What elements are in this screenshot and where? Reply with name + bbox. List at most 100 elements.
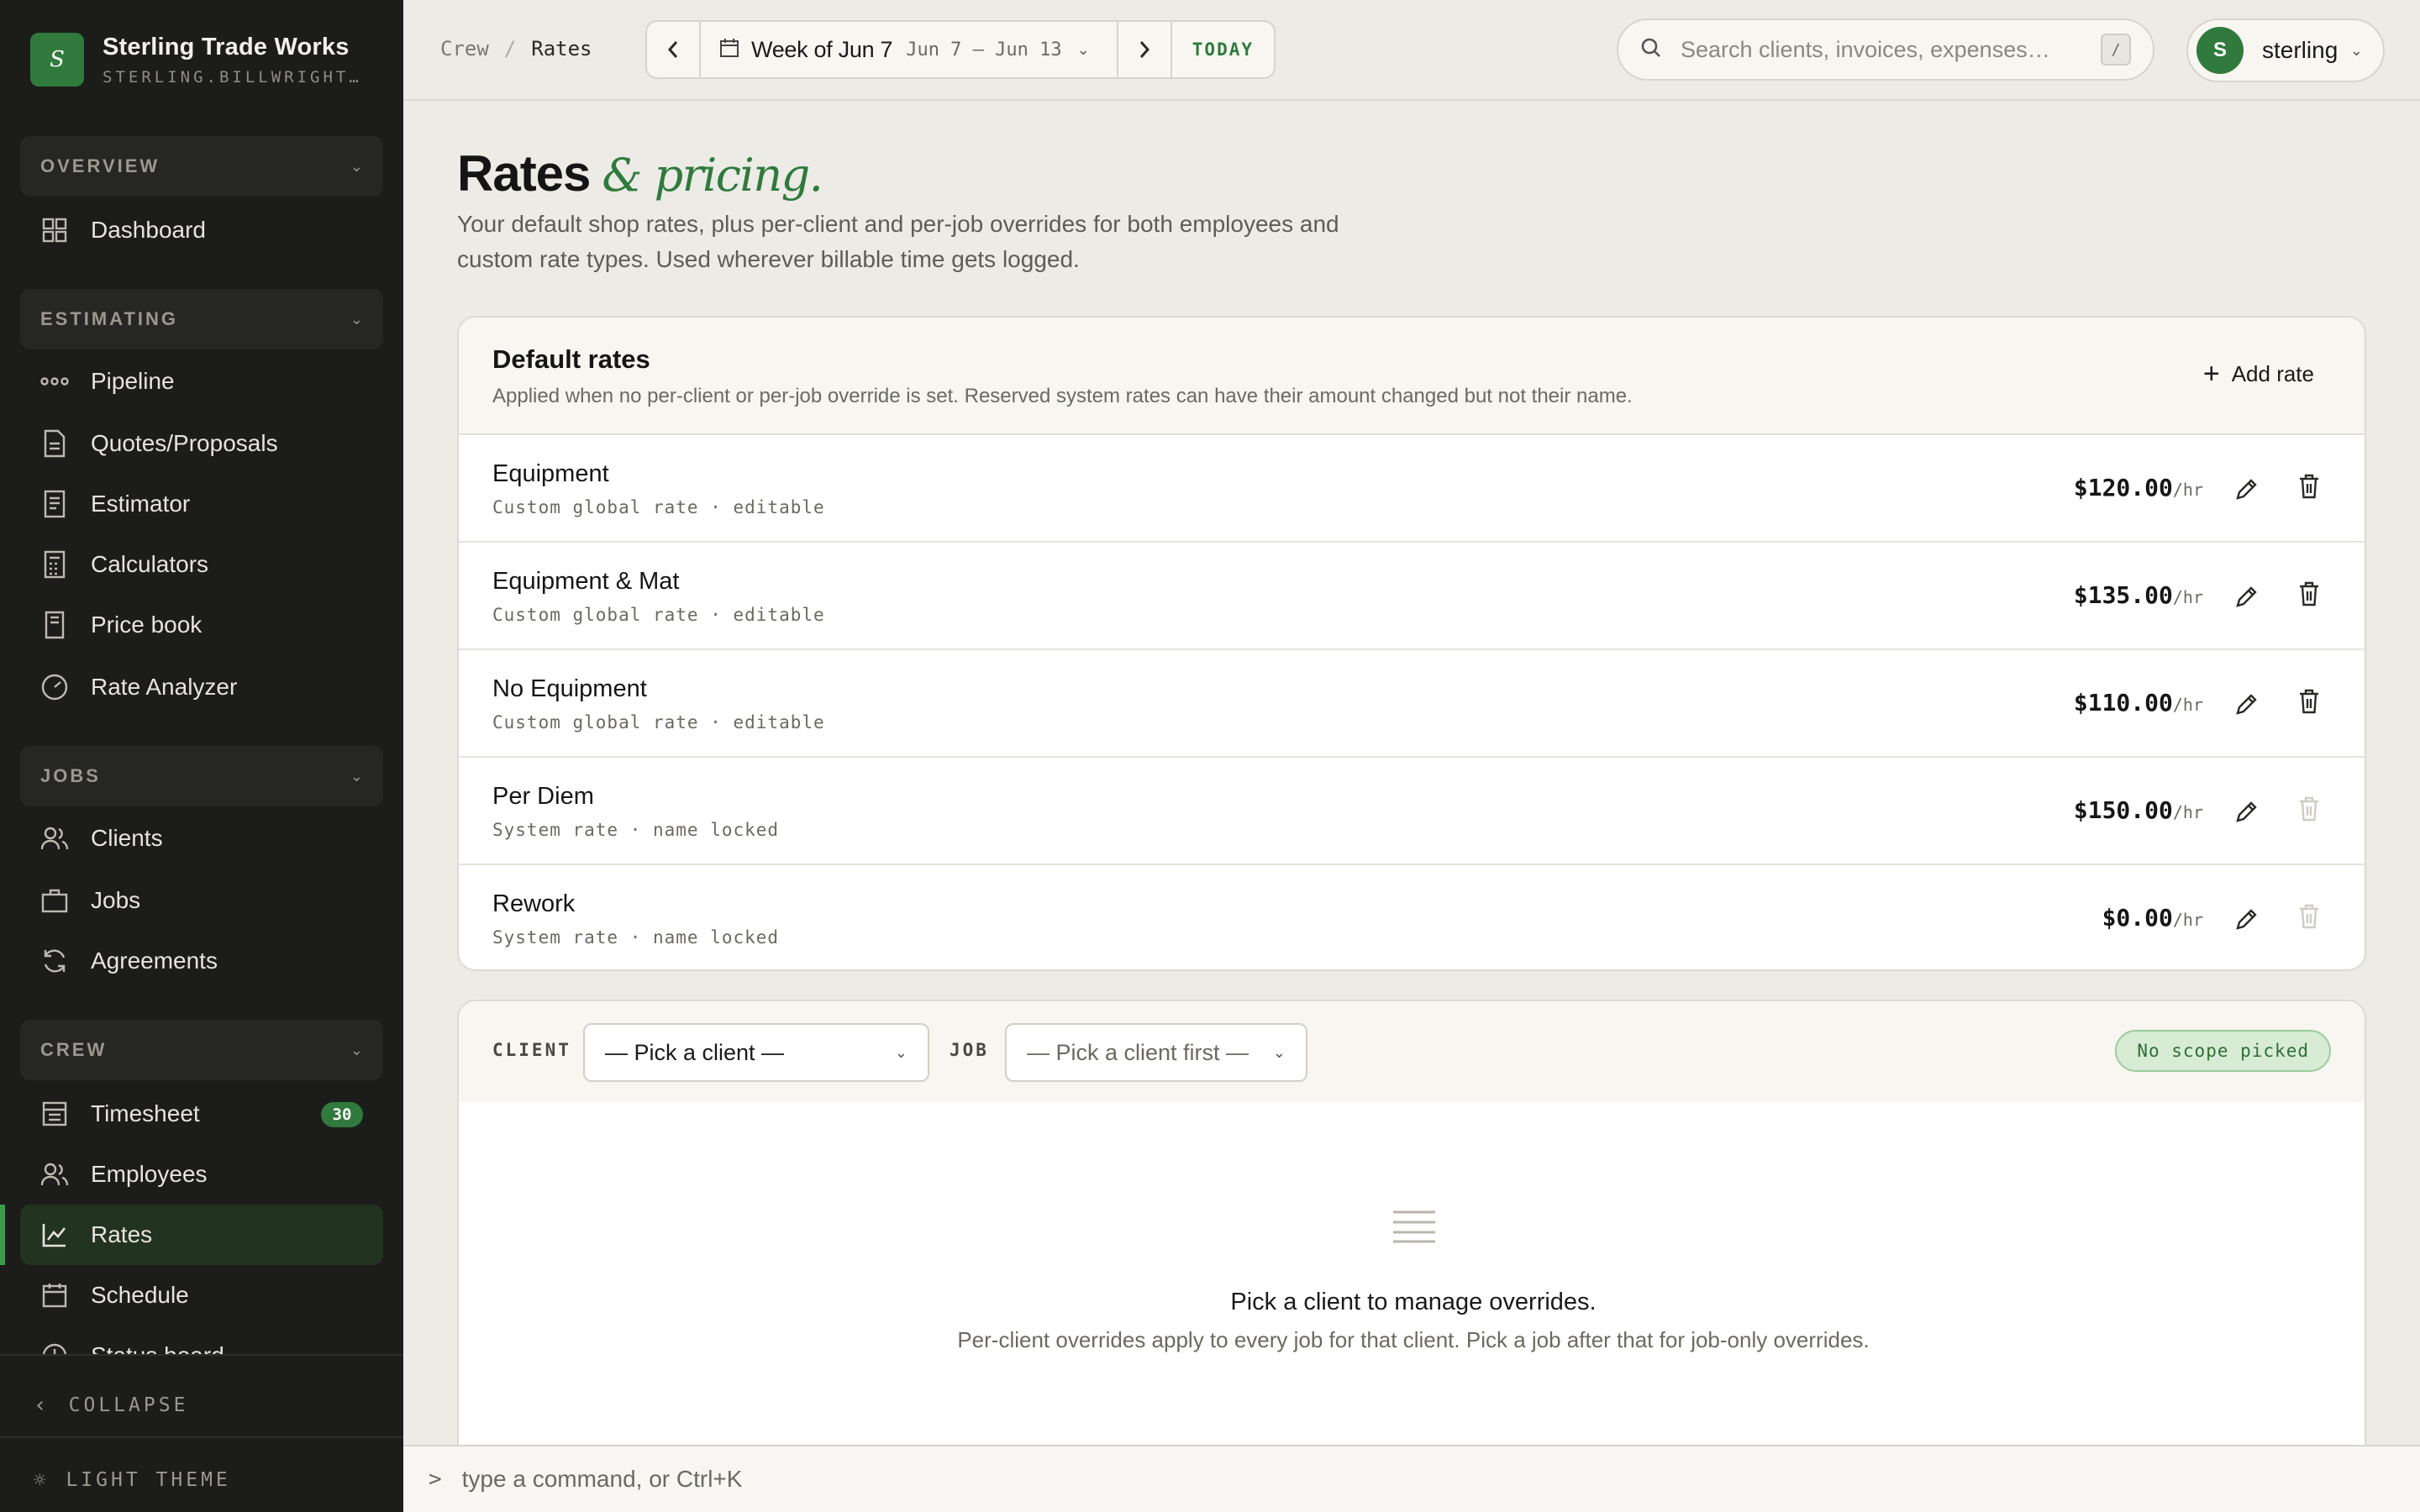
collapse-button[interactable]: ‹ COLLAPSE bbox=[34, 1393, 188, 1418]
sidebar-item-label: Pipeline bbox=[91, 368, 175, 394]
edit-pencil-icon[interactable] bbox=[2233, 798, 2260, 825]
page-title: Rates & pricing. bbox=[457, 144, 823, 202]
sidebar-item-pipeline[interactable]: Pipeline bbox=[20, 351, 383, 412]
sidebar-item-calculators[interactable]: Calculators bbox=[20, 534, 383, 595]
book-icon bbox=[40, 611, 69, 639]
chevron-down-icon: ⌄ bbox=[1272, 1043, 1286, 1061]
sidebar-item-label: Calculators bbox=[91, 551, 209, 577]
section-jobs[interactable]: JOBS ⌄ bbox=[20, 746, 383, 806]
default-rates-title: Default rates bbox=[492, 344, 650, 374]
sidebar-item-rates[interactable]: Rates bbox=[0, 1205, 383, 1265]
prev-week-button[interactable] bbox=[647, 22, 699, 77]
sidebar-item-rate-analyzer[interactable]: Rate Analyzer bbox=[20, 657, 383, 717]
sidebar-item-schedule[interactable]: Schedule bbox=[20, 1265, 383, 1326]
rate-amount-unit: /hr bbox=[2172, 587, 2203, 607]
sidebar-item-label: Rate Analyzer bbox=[91, 674, 238, 700]
sidebar-item-label: Schedule bbox=[91, 1282, 189, 1308]
edit-pencil-icon[interactable] bbox=[2233, 475, 2260, 502]
search-shortcut-key: / bbox=[2101, 34, 2131, 66]
delete-trash-icon[interactable] bbox=[2296, 580, 2323, 608]
add-rate-button[interactable]: + Add rate bbox=[2203, 360, 2314, 388]
breadcrumb-crew[interactable]: Crew bbox=[440, 37, 489, 60]
sidebar-item-price-book[interactable]: Price book bbox=[20, 595, 383, 655]
rate-row: No Equipment Custom global rate · editabl… bbox=[459, 650, 2365, 758]
command-input[interactable]: type a command, or Ctrl+K bbox=[462, 1466, 743, 1493]
rate-row: Per Diem System rate · name locked $150.00… bbox=[459, 758, 2365, 865]
page-description: Your default shop rates, plus per-client… bbox=[457, 211, 1339, 272]
sidebar-item-estimator[interactable]: Estimator bbox=[20, 474, 383, 534]
delete-trash-icon[interactable] bbox=[2296, 472, 2323, 501]
week-navigator: Week of Jun 7 Jun 7 – Jun 13 ⌄ TODAY bbox=[645, 20, 1276, 79]
client-select[interactable]: — Pick a client — ⌄ bbox=[583, 1023, 929, 1082]
timesheet-count-badge: 30 bbox=[321, 1102, 363, 1127]
sidebar-item-label: Timesheet bbox=[91, 1100, 200, 1126]
section-crew[interactable]: CREW ⌄ bbox=[20, 1020, 383, 1080]
client-label: CLIENT bbox=[492, 1040, 571, 1060]
default-rates-card: Default rates Applied when no per-client… bbox=[457, 316, 2366, 971]
sidebar-item-clients[interactable]: Clients bbox=[20, 808, 383, 869]
page-title-main: Rates bbox=[457, 145, 591, 202]
delete-trash-icon bbox=[2300, 796, 2318, 822]
search-input[interactable]: Search clients, invoices, expenses… / bbox=[1617, 18, 2154, 81]
week-title: Week of Jun 7 bbox=[751, 36, 893, 62]
client-select-value: — Pick a client — bbox=[605, 1039, 785, 1065]
rate-meta: System rate · name locked bbox=[492, 820, 780, 840]
refresh-icon bbox=[40, 947, 69, 975]
section-label: ESTIMATING bbox=[40, 308, 179, 329]
section-label: OVERVIEW bbox=[40, 155, 160, 176]
brand-logo: S bbox=[30, 33, 84, 87]
sidebar-item-label: Estimator bbox=[91, 491, 191, 517]
user-menu-button[interactable]: S sterling ⌄ bbox=[2186, 18, 2385, 82]
sidebar-item-agreements[interactable]: Agreements bbox=[20, 931, 383, 991]
command-bar[interactable]: > type a command, or Ctrl+K bbox=[403, 1445, 2420, 1512]
week-picker[interactable]: Week of Jun 7 Jun 7 – Jun 13 ⌄ bbox=[701, 37, 1117, 63]
section-label: JOBS bbox=[40, 765, 101, 786]
sidebar-item-label: Quotes/Proposals bbox=[91, 430, 278, 456]
document-icon bbox=[40, 429, 69, 458]
chevron-down-icon: ⌄ bbox=[1076, 40, 1090, 58]
today-button[interactable]: TODAY bbox=[1172, 39, 1274, 60]
delete-trash-icon bbox=[2300, 904, 2318, 929]
chart-icon bbox=[40, 1221, 69, 1249]
theme-toggle-button[interactable]: ☼ LIGHT THEME bbox=[34, 1468, 231, 1492]
sidebar-item-jobs[interactable]: Jobs bbox=[20, 870, 383, 931]
edit-pencil-icon[interactable] bbox=[2233, 906, 2260, 932]
next-week-button[interactable] bbox=[1118, 22, 1171, 77]
rate-amount-value: $150.00 bbox=[2073, 796, 2173, 824]
breadcrumb-separator: / bbox=[503, 37, 517, 60]
chevron-down-icon: ⌄ bbox=[350, 767, 363, 785]
sidebar-item-dashboard[interactable]: Dashboard bbox=[20, 200, 383, 260]
chevron-down-icon: ⌄ bbox=[894, 1043, 908, 1061]
main-content: Rates & pricing. Your default shop rates… bbox=[403, 102, 2420, 1470]
gauge-icon bbox=[40, 673, 69, 701]
week-range: Jun 7 – Jun 13 bbox=[906, 39, 1062, 60]
job-label: JOB bbox=[950, 1040, 989, 1060]
sidebar-item-quotes[interactable]: Quotes/Proposals bbox=[20, 413, 383, 474]
breadcrumb-rates: Rates bbox=[531, 37, 592, 60]
sidebar: S Sterling Trade Works STERLING.BILLWRIG… bbox=[0, 0, 403, 1512]
sidebar-item-employees[interactable]: Employees bbox=[20, 1144, 383, 1205]
rate-amount: $0.00/hr bbox=[2102, 904, 2203, 932]
edit-pencil-icon[interactable] bbox=[2233, 690, 2260, 717]
sidebar-item-label: Dashboard bbox=[91, 217, 206, 243]
section-overview[interactable]: OVERVIEW ⌄ bbox=[20, 136, 383, 197]
rate-amount-value: $110.00 bbox=[2073, 689, 2173, 717]
sidebar-item-label: Jobs bbox=[91, 887, 141, 913]
sidebar-item-timesheet[interactable]: Timesheet 30 bbox=[20, 1084, 383, 1144]
users-icon bbox=[40, 1160, 69, 1189]
rate-row: Equipment & Mat Custom global rate · edit… bbox=[459, 543, 2365, 650]
section-estimating[interactable]: ESTIMATING ⌄ bbox=[20, 289, 383, 349]
rate-name: Equipment & Mat bbox=[492, 568, 680, 595]
job-select[interactable]: — Pick a client first — ⌄ bbox=[1005, 1023, 1307, 1082]
rate-meta: Custom global rate · editable bbox=[492, 497, 825, 517]
pipeline-icon bbox=[40, 367, 69, 396]
edit-pencil-icon[interactable] bbox=[2233, 583, 2260, 610]
brand[interactable]: S Sterling Trade Works STERLING.BILLWRIG… bbox=[30, 30, 371, 89]
chevron-down-icon: ⌄ bbox=[350, 310, 363, 328]
rate-amount-unit: /hr bbox=[2172, 802, 2203, 822]
overrides-empty-state: Pick a client to manage overrides. Per-c… bbox=[459, 1102, 2365, 1468]
rate-amount: $110.00/hr bbox=[2074, 689, 2203, 717]
delete-trash-icon[interactable] bbox=[2296, 687, 2323, 716]
rate-name: No Equipment bbox=[492, 675, 647, 702]
rate-row: Equipment Custom global rate · editable $1… bbox=[459, 435, 2365, 543]
